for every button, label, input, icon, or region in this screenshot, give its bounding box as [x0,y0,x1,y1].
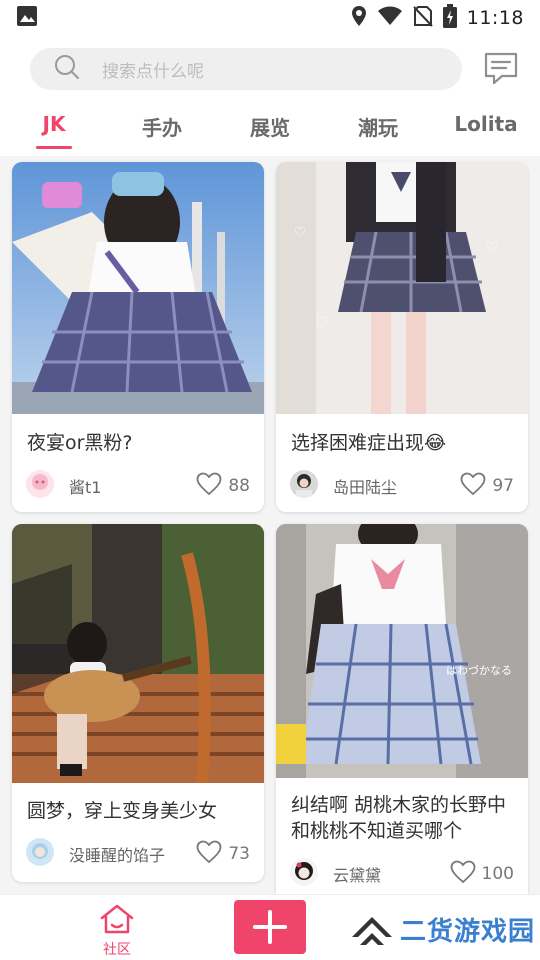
like-button[interactable]: 88 [196,472,250,500]
post-title: 夜宴or黑粉? [27,432,133,454]
wifi-icon [377,5,403,31]
tab-jk[interactable]: JK [43,112,66,136]
no-sim-icon [413,5,433,31]
message-icon [482,52,520,92]
bottom-nav: 社区 二货游戏园 [0,894,540,960]
post-meta: 酱t1 88 [26,470,250,500]
post-card[interactable]: ♡ ♡ ♡ 选择困难症出现😂 岛田陆尘 97 [276,162,528,512]
author-name[interactable]: 酱t1 [69,474,101,498]
plus-icon [234,910,306,958]
post-meta: 没睡醒的馅子 73 [26,838,250,868]
location-icon [351,5,367,31]
like-button[interactable]: 73 [196,840,250,868]
post-title: 选择困难症出现😂 [291,432,447,454]
search-input[interactable]: 搜索点什么呢 [30,48,462,90]
post-title: 圆梦，穿上变身美少女 [27,800,218,822]
nav-community[interactable]: 社区 [92,901,142,958]
status-time: 11:18 [466,7,524,29]
tab-lolita[interactable]: Lolita [454,112,517,136]
post-card[interactable]: はわづかなる 纠结啊 胡桃木家的长野中和桃桃不知道买哪个 云黛黛 100 [276,524,528,894]
post-image [12,162,264,414]
post-image [12,524,264,783]
image-icon [16,5,38,31]
category-tabs: JK 手办 展览 潮玩 Lolita [0,104,540,156]
like-count: 100 [481,864,514,884]
active-tab-indicator [36,146,72,149]
like-count: 88 [228,476,250,496]
add-post-button[interactable] [234,900,306,954]
like-count: 73 [228,844,250,864]
avatar[interactable] [26,838,54,866]
tab-figures[interactable]: 手办 [142,112,182,141]
author-name[interactable]: 岛田陆尘 [333,474,397,498]
watermark-text: 二货游戏园 [400,917,536,947]
avatar[interactable] [290,470,318,498]
post-card[interactable]: 圆梦，穿上变身美少女 没睡醒的馅子 73 [12,524,264,882]
svg-text:♡: ♡ [294,225,307,241]
heart-icon [196,840,222,868]
nav-community-label: 社区 [103,942,131,958]
search-row: 搜索点什么呢 [0,36,540,104]
post-meta: 岛田陆尘 97 [290,470,514,500]
like-button[interactable]: 97 [460,472,514,500]
tab-exhibition[interactable]: 展览 [250,112,290,141]
post-card[interactable]: 夜宴or黑粉? 酱t1 88 [12,162,264,512]
avatar[interactable] [290,858,318,886]
status-bar: 11:18 [0,0,540,36]
svg-text:はわづかなる: はわづかなる [446,664,512,677]
watermark: 二货游戏园 [348,907,538,951]
post-title: 纠结啊 胡桃木家的长野中和桃桃不知道买哪个 [291,794,507,842]
svg-text:♡: ♡ [316,315,329,331]
message-button[interactable] [482,50,520,88]
post-image: ♡ ♡ ♡ [276,162,528,414]
battery-charging-icon [442,4,457,32]
svg-text:♡: ♡ [486,240,499,256]
search-icon [54,54,80,84]
tab-trendy-toys[interactable]: 潮玩 [358,112,398,141]
like-button[interactable]: 100 [450,860,514,888]
post-image: はわづかなる [276,524,528,778]
like-count: 97 [492,476,514,496]
author-name[interactable]: 云黛黛 [333,862,381,886]
heart-icon [196,472,222,500]
search-placeholder: 搜索点什么呢 [102,61,204,82]
post-meta: 云黛黛 100 [290,858,514,888]
avatar[interactable] [26,470,54,498]
heart-icon [460,472,486,500]
heart-icon [450,860,476,888]
author-name[interactable]: 没睡醒的馅子 [69,842,165,866]
